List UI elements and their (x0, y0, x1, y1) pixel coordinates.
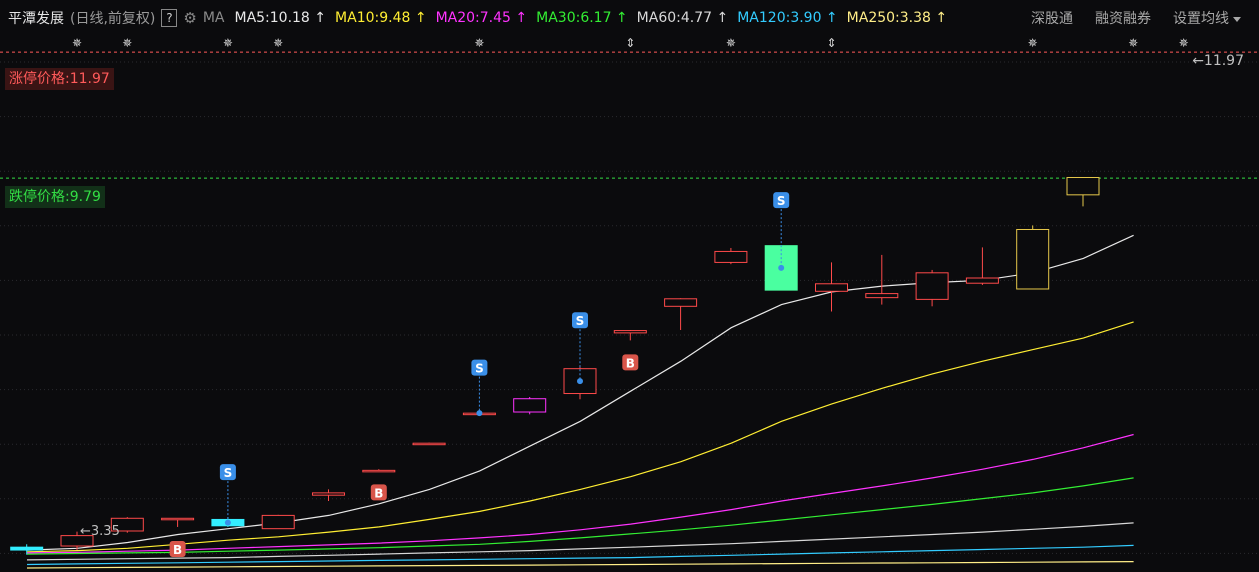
candle-body (1016, 228, 1050, 290)
price-tag-high: ←11.97 (1192, 53, 1244, 69)
candle (915, 269, 949, 307)
buy-badge-label: B (626, 356, 635, 370)
ma-values: MA5:10.18 ↑ MA10:9.48 ↑ MA20:7.45 ↑ MA30:6.… (234, 10, 956, 26)
price-tag-low: ←3.35 (80, 524, 120, 539)
candle-body (10, 546, 44, 551)
trade-markers: S S S S B B B (169, 192, 790, 557)
sell-badge-label: S (224, 466, 233, 480)
ma-value-3: MA30:6.17 ↑ (536, 10, 628, 26)
top-symbol: ✵ (1128, 36, 1138, 50)
top-symbol: ✵ (726, 36, 736, 50)
candle (613, 329, 647, 341)
ma-value-1: MA10:9.48 ↑ (335, 10, 427, 26)
top-symbol: ✵ (122, 36, 132, 50)
candle-body (714, 250, 748, 263)
chart-mode[interactable]: (日线,前复权) (70, 8, 155, 28)
candle (965, 247, 999, 285)
sell-badge-label: S (777, 194, 786, 208)
sell-marker-dot (224, 519, 231, 526)
ma-value-0: MA5:10.18 ↑ (234, 10, 327, 26)
candle-body (362, 469, 396, 473)
candle-body (664, 298, 698, 307)
candle-body (815, 283, 848, 292)
top-symbol: ✵ (474, 36, 484, 50)
top-symbol: ✵ (1179, 36, 1189, 50)
candle-body (865, 293, 899, 299)
candle (412, 442, 446, 446)
sell-marker-dot (577, 378, 583, 385)
top-symbol: ⇕ (826, 36, 836, 50)
candle (1016, 225, 1050, 290)
candle-body (312, 492, 345, 496)
ma-value-2: MA20:7.45 ↑ (435, 10, 528, 26)
menu-ma-settings[interactable]: 设置均线 (1173, 8, 1241, 28)
candle (815, 262, 848, 312)
candlestick-chart[interactable]: S S S S B B B ✵ ✵ ✵ ✵ ✵ ⇕ ✵ ⇕ ✵ ✵ ✵ (0, 0, 1259, 572)
top-symbols: ✵ ✵ ✵ ✵ ✵ ⇕ ✵ ⇕ ✵ ✵ ✵ (72, 36, 1189, 50)
candle (312, 489, 345, 501)
gear-icon[interactable]: ⚙ (183, 9, 196, 27)
buy-badge-label: B (173, 543, 182, 557)
candle-body (1066, 177, 1100, 196)
ma-line-ma60 (26, 522, 1134, 561)
ma-line-ma120 (26, 544, 1134, 566)
top-symbol: ✵ (273, 36, 283, 50)
candle (161, 517, 195, 527)
menu-margin-trading[interactable]: 融资融券 (1095, 8, 1151, 28)
candle-body (412, 442, 446, 446)
top-symbol: ✵ (223, 36, 233, 50)
ma-value-6: MA250:3.38 ↑ (846, 10, 948, 26)
candle-body (915, 272, 949, 300)
top-symbol: ✵ (1028, 36, 1038, 50)
candle (513, 396, 547, 415)
right-menu: 深股通 融资融券 设置均线 (1031, 8, 1241, 28)
candle (1066, 177, 1100, 207)
ma-value-4: MA60:4.77 ↑ (636, 10, 729, 26)
sell-badge-label: S (576, 314, 585, 328)
candles (10, 177, 1100, 555)
buy-badge-label: B (374, 486, 383, 500)
candle (261, 514, 295, 530)
stock-name[interactable]: 平潭发展 (8, 8, 64, 28)
candle (865, 254, 899, 305)
candle-body (513, 398, 547, 413)
ma-label[interactable]: MA (203, 10, 225, 26)
top-symbol: ✵ (72, 36, 82, 50)
candle-body (261, 514, 295, 530)
candle (664, 298, 698, 330)
candle (362, 469, 396, 473)
candle (714, 247, 748, 265)
candle-body (965, 277, 999, 284)
candle-body (161, 517, 195, 521)
top-symbol: ⇕ (625, 36, 635, 50)
ma-line-ma20 (26, 433, 1134, 554)
ma-line-ma10 (26, 321, 1134, 553)
help-icon[interactable]: ? (161, 9, 178, 27)
limit-down-badge: 跌停价格:9.79 (5, 186, 105, 208)
ma-value-5: MA120:3.90 ↑ (737, 10, 838, 26)
sell-badge-label: S (475, 362, 484, 376)
chart-header: 平潭发展 (日线,前复权) ? ⚙ MA MA5:10.18 ↑ MA10:9.4… (0, 0, 1259, 36)
candle-body (613, 330, 647, 334)
menu-shengutong[interactable]: 深股通 (1031, 8, 1073, 28)
grid-lines (0, 61, 1259, 554)
sell-marker-dot (778, 264, 785, 271)
limit-lines (0, 51, 1259, 179)
limit-up-badge: 涨停价格:11.97 (5, 68, 114, 90)
sell-marker-dot (476, 410, 483, 417)
